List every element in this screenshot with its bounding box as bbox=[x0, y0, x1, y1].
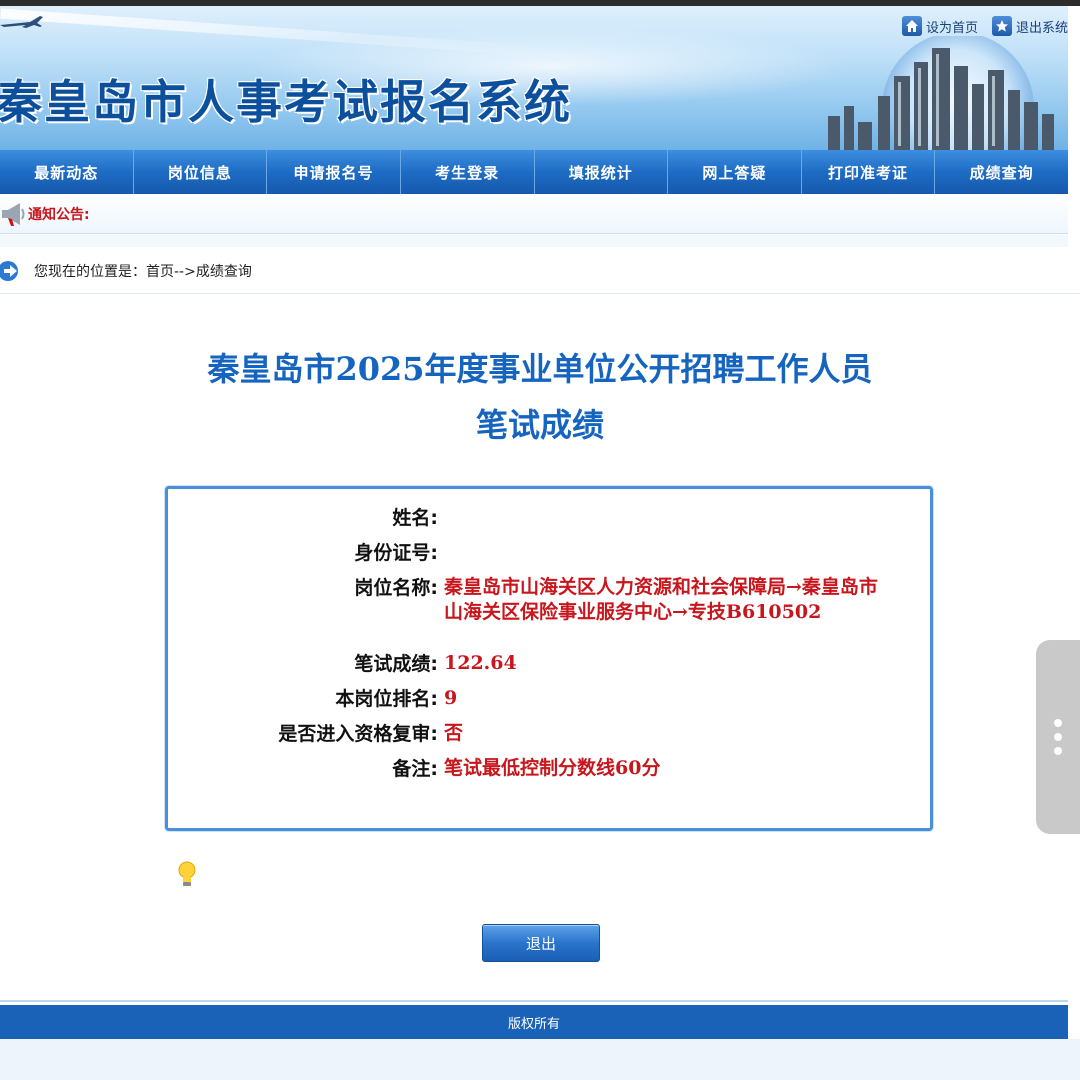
top-links: 设为首页 退出系统 bbox=[901, 14, 1068, 38]
field-label: 岗位名称: bbox=[354, 577, 438, 599]
field-row-review: 是否进入资格复审: 否 bbox=[168, 721, 928, 747]
notice-label: 通知公告: bbox=[28, 206, 90, 223]
field-row-name: 姓名: bbox=[168, 505, 928, 531]
city-skyline-icon bbox=[828, 36, 1054, 150]
megaphone-icon bbox=[2, 202, 25, 226]
field-value bbox=[438, 540, 888, 566]
field-value: 122.64 bbox=[444, 652, 517, 674]
handle-dot bbox=[1054, 733, 1062, 741]
field-label: 备注: bbox=[392, 758, 438, 780]
nav-item-apply-number[interactable]: 申请报名号 bbox=[267, 150, 401, 194]
field-label: 身份证号: bbox=[354, 542, 438, 564]
star-icon bbox=[991, 16, 1012, 36]
logout-link[interactable]: 退出系统 bbox=[991, 16, 1068, 36]
field-value: 9 bbox=[444, 687, 458, 709]
field-row-id-number: 身份证号: bbox=[168, 540, 928, 566]
nav-item-statistics[interactable]: 填报统计 bbox=[535, 150, 669, 194]
separator-band bbox=[0, 235, 1068, 247]
score-result-box: 姓名: 身份证号: 岗位名称: 秦皇岛市山海关区人力资源和社会保障局→秦皇岛市山… bbox=[165, 486, 933, 831]
main-nav: 最新动态 岗位信息 申请报名号 考生登录 填报统计 网上答疑 打印准考证 成绩查… bbox=[0, 150, 1068, 194]
floating-menu-handle[interactable] bbox=[1036, 640, 1080, 834]
notice-bar: 通知公告: bbox=[0, 194, 1068, 234]
footer: 版权所有 bbox=[0, 1005, 1068, 1039]
field-label: 姓名: bbox=[392, 507, 438, 529]
set-homepage-label: 设为首页 bbox=[925, 20, 978, 36]
breadcrumb: 您现在的位置是：首页-->成绩查询 bbox=[0, 248, 1080, 294]
field-row-position: 岗位名称: 秦皇岛市山海关区人力资源和社会保障局→秦皇岛市山海关区保险事业服务中… bbox=[168, 575, 928, 625]
result-title: 秦皇岛市2025年度事业单位公开招聘工作人员 bbox=[207, 350, 873, 388]
airplane-icon bbox=[0, 16, 43, 28]
nav-item-print-admission[interactable]: 打印准考证 bbox=[802, 150, 936, 194]
breadcrumb-text: 您现在的位置是：首页-->成绩查询 bbox=[34, 263, 252, 280]
arrow-right-icon bbox=[0, 260, 18, 281]
field-label: 笔试成绩: bbox=[354, 653, 438, 675]
nav-item-latest-news[interactable]: 最新动态 bbox=[0, 150, 134, 194]
field-value: 秦皇岛市山海关区人力资源和社会保障局→秦皇岛市山海关区保险事业服务中心→专技B6… bbox=[444, 576, 878, 623]
exit-button[interactable]: 退出 bbox=[482, 924, 600, 962]
field-value: 否 bbox=[444, 722, 464, 744]
lightbulb-icon bbox=[178, 861, 196, 886]
footer-background bbox=[0, 1039, 1080, 1080]
handle-dot bbox=[1054, 747, 1062, 755]
field-row-rank: 本岗位排名: 9 bbox=[168, 686, 928, 712]
field-value bbox=[438, 505, 888, 531]
site-title: 秦皇岛市人事考试报名系统 bbox=[0, 75, 572, 129]
handle-dot bbox=[1054, 719, 1062, 727]
field-row-written-score: 笔试成绩: 122.64 bbox=[168, 651, 928, 677]
result-subtitle: 笔试成绩 bbox=[475, 406, 604, 444]
nav-item-candidate-login[interactable]: 考生登录 bbox=[401, 150, 535, 194]
home-icon bbox=[901, 16, 922, 36]
footer-copyright: 版权所有 bbox=[507, 1016, 560, 1032]
header-banner: 秦皇岛市人事考试报名系统 设为首页 退出系统 bbox=[0, 6, 1068, 150]
set-homepage-link[interactable]: 设为首页 bbox=[901, 16, 978, 36]
field-row-remarks: 备注: 笔试最低控制分数线60分 bbox=[168, 756, 928, 782]
nav-item-score-query[interactable]: 成绩查询 bbox=[935, 150, 1068, 194]
logout-label: 退出系统 bbox=[1015, 20, 1068, 36]
footer-divider bbox=[0, 1000, 1068, 1002]
field-label: 本岗位排名: bbox=[335, 688, 438, 710]
field-value: 笔试最低控制分数线60分 bbox=[444, 757, 661, 779]
field-label: 是否进入资格复审: bbox=[278, 723, 438, 745]
nav-item-positions[interactable]: 岗位信息 bbox=[134, 150, 268, 194]
nav-item-online-faq[interactable]: 网上答疑 bbox=[668, 150, 802, 194]
